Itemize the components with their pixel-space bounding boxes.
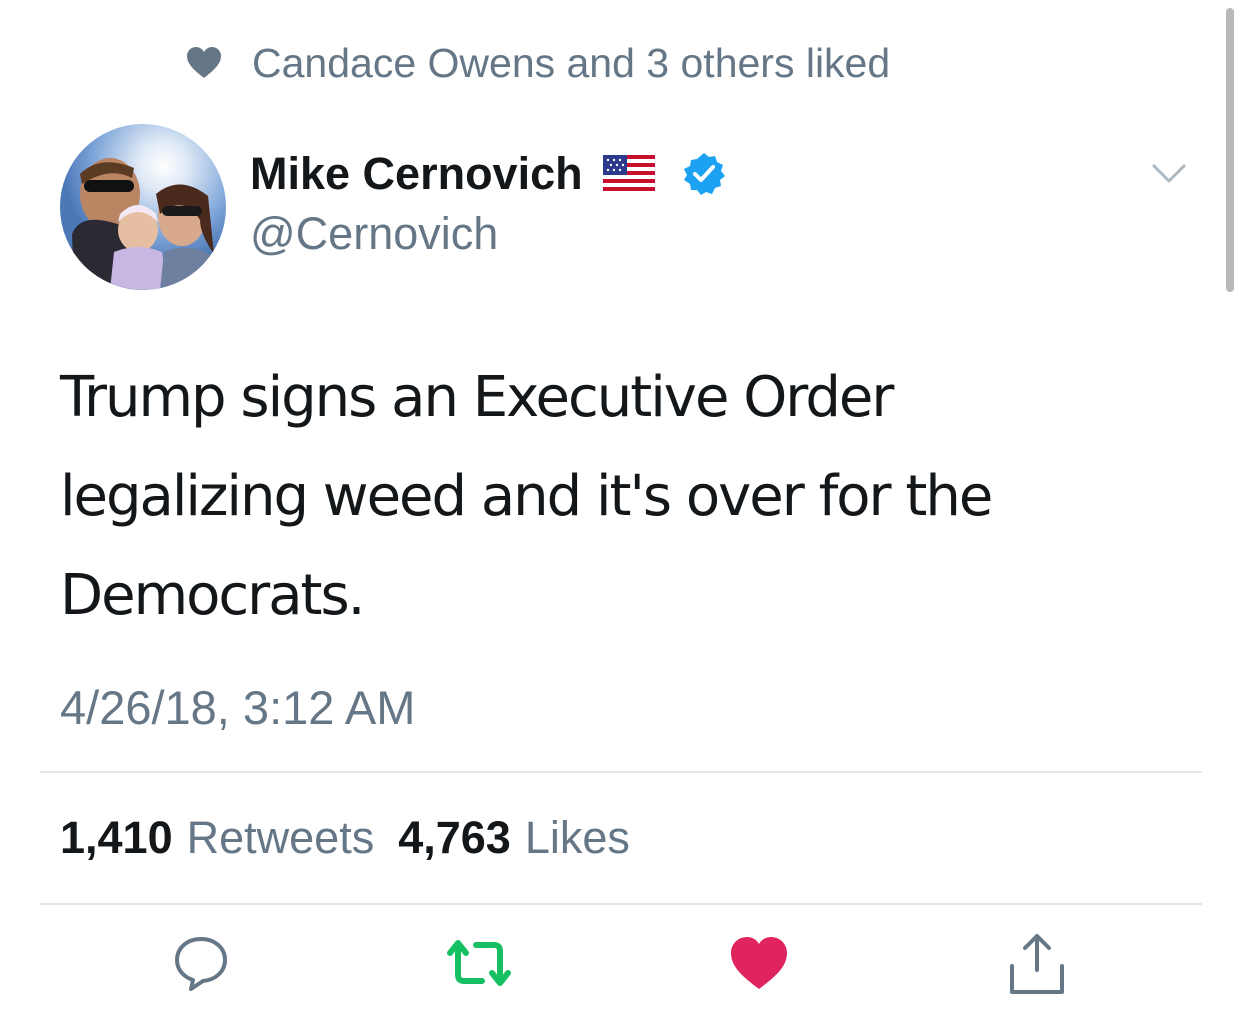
author-handle[interactable]: @Cernovich [250,208,727,260]
share-icon [1006,930,1068,1001]
heart-icon [729,935,789,996]
retweet-icon [444,933,514,998]
verified-badge-icon [681,151,727,197]
social-context[interactable]: Candace Owens and 3 others liked [186,38,890,88]
like-count: 4,763 [398,812,511,863]
avatar[interactable] [60,124,226,290]
us-flag-icon [602,155,655,193]
tweet-stats: 1,410 Retweets 4,763 Likes [60,812,630,864]
divider [40,771,1202,773]
likes-stat[interactable]: 4,763 Likes [398,812,630,864]
reply-icon [171,933,231,998]
tweet-text: Trump signs an Executive Order legalizin… [60,365,993,628]
scrollbar[interactable] [1226,8,1234,292]
heart-icon [186,46,222,80]
like-button[interactable] [724,930,794,1000]
retweet-count: 1,410 [60,812,173,863]
author-display-name[interactable]: Mike Cernovich [250,148,583,200]
like-label: Likes [524,812,630,863]
divider [40,903,1202,905]
retweets-stat[interactable]: 1,410 Retweets [60,812,374,864]
retweet-button[interactable] [444,930,514,1000]
reply-button[interactable] [166,930,236,1000]
share-button[interactable] [1002,930,1072,1000]
chevron-down-icon[interactable] [1151,162,1187,186]
tweet-actions [0,930,1242,1010]
social-context-text: Candace Owens and 3 others liked [252,39,891,86]
tweet-timestamp: 4/26/18, 3:12 AM [60,681,416,734]
retweet-label: Retweets [186,812,375,863]
tweet-author[interactable]: Mike Cernovich @Cernovich [250,146,727,260]
